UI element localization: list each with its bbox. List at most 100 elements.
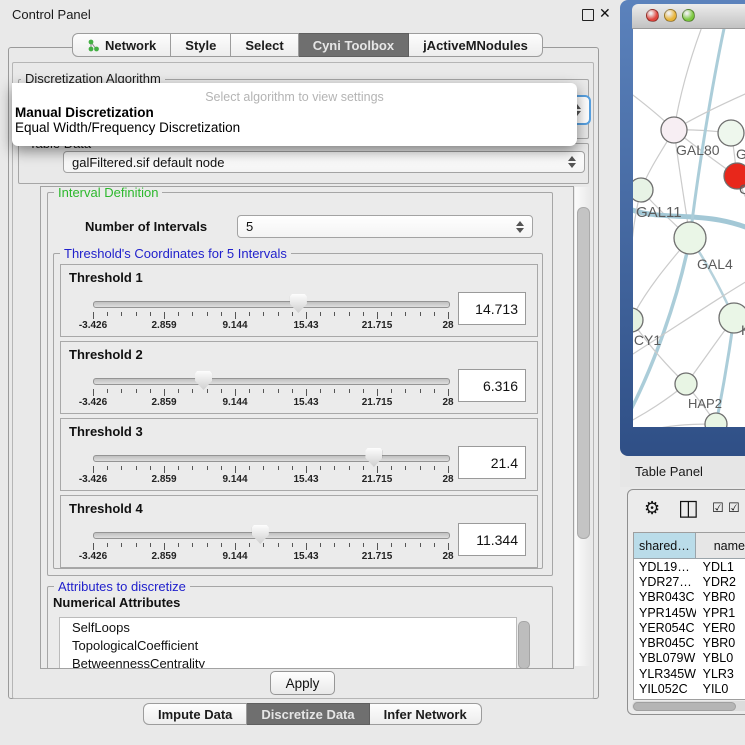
network-node[interactable]	[675, 373, 697, 395]
slider-tick	[178, 389, 179, 393]
slider-tick	[420, 466, 421, 470]
table-data-combobox[interactable]: galFiltered.sif default node	[63, 151, 585, 173]
threshold-value-field[interactable]: 21.4	[458, 446, 526, 479]
slider-tick	[235, 543, 236, 550]
apply-button[interactable]: Apply	[270, 671, 335, 695]
zoom-traffic-light-icon[interactable]	[682, 9, 695, 22]
network-node[interactable]	[633, 308, 643, 332]
numerical-attributes-list[interactable]: SelfLoopsTopologicalCoefficientBetweenne…	[59, 617, 517, 669]
slider-tick	[207, 466, 208, 470]
network-node[interactable]	[718, 120, 744, 146]
network-edge[interactable]	[633, 424, 716, 427]
slider-tick	[207, 543, 208, 547]
slider-tick	[107, 543, 108, 547]
table-data-value: galFiltered.sif default node	[72, 155, 224, 170]
network-edge[interactable]	[633, 320, 686, 384]
gear-icon[interactable]: ⚙	[644, 498, 660, 519]
control-panel: Control Panel ✕ NetworkStyleSelectCyni T…	[0, 0, 620, 745]
slider-scale-label: 9.144	[205, 397, 265, 408]
tab-infer-network[interactable]: Infer Network	[370, 703, 482, 725]
column-header-shared-name[interactable]: shared…	[634, 533, 696, 558]
table-row[interactable]: YER054CYER0	[634, 620, 745, 635]
column-header-name[interactable]: name	[696, 533, 745, 558]
scrollbar-thumb[interactable]	[633, 702, 736, 711]
float-window-icon[interactable]	[582, 9, 594, 21]
slider-tick	[292, 543, 293, 547]
close-traffic-light-icon[interactable]	[646, 9, 659, 22]
table-row[interactable]: YDL19…YDL1	[634, 559, 745, 574]
slider-tick	[192, 389, 193, 393]
slider-track[interactable]	[93, 455, 450, 462]
network-node[interactable]	[633, 178, 653, 202]
dropdown-option-manual-discretization[interactable]: Manual Discretization	[15, 105, 154, 120]
tab-style[interactable]: Style	[171, 33, 231, 57]
settings-vertical-scrollbar[interactable]	[575, 187, 591, 666]
threshold-value-field[interactable]: 6.316	[458, 369, 526, 402]
network-node-label: GAL4	[697, 256, 733, 272]
slider-tick	[434, 389, 435, 393]
slider-thumb[interactable]	[290, 294, 307, 313]
slider-tick	[263, 466, 264, 470]
close-icon[interactable]: ✕	[599, 5, 611, 22]
tab-select[interactable]: Select	[231, 33, 298, 57]
slider-track[interactable]	[93, 532, 450, 539]
threshold-value-field[interactable]: 14.713	[458, 292, 526, 325]
attribute-item[interactable]: TopologicalCoefficient	[60, 636, 516, 654]
slider-tick	[334, 312, 335, 316]
combo-stepper-icon[interactable]	[516, 221, 525, 233]
checkbox-icon[interactable]: ☑	[712, 500, 724, 516]
table-row[interactable]: YBR043CYBR0	[634, 590, 745, 605]
slider-tick	[235, 466, 236, 473]
network-node[interactable]	[705, 413, 727, 427]
slider-tick	[420, 312, 421, 316]
table-row[interactable]: YBR045CYBR0	[634, 635, 745, 650]
scrollbar-thumb[interactable]	[577, 207, 590, 539]
network-window[interactable]: GAL80GAGAL11CGAL4GCY1HAHAP2	[620, 0, 745, 456]
tab-network[interactable]: Network	[72, 33, 171, 57]
network-icon	[87, 39, 100, 52]
attribute-item[interactable]: SelfLoops	[60, 618, 516, 636]
tab-impute-data[interactable]: Impute Data	[143, 703, 247, 725]
tab-cyni-toolbox[interactable]: Cyni Toolbox	[299, 33, 409, 57]
slider-tick	[107, 312, 108, 316]
combo-stepper-icon[interactable]	[568, 156, 577, 168]
table-row[interactable]: YBL079WYBL0	[634, 651, 745, 666]
slider-tick	[306, 466, 307, 473]
slider-thumb[interactable]	[195, 371, 212, 390]
split-column-icon[interactable]: ◫	[678, 495, 699, 521]
slider-tick	[221, 466, 222, 470]
network-node[interactable]	[661, 117, 687, 143]
minimize-traffic-light-icon[interactable]	[664, 9, 677, 22]
numerical-attributes-heading: Numerical Attributes	[53, 595, 180, 610]
table-row[interactable]: YLR345WYLR3	[634, 666, 745, 681]
slider-tick	[391, 466, 392, 470]
network-window-titlebar[interactable]	[632, 4, 745, 29]
slider-tick	[249, 543, 250, 547]
table-horizontal-scrollbar[interactable]	[632, 701, 745, 711]
slider-scale-label: 9.144	[205, 474, 265, 485]
dropdown-option-equal-width-frequency[interactable]: Equal Width/Frequency Discretization	[15, 120, 240, 135]
slider-thumb[interactable]	[365, 448, 382, 467]
table-cell: YER0	[696, 621, 745, 635]
slider-track[interactable]	[93, 378, 450, 385]
network-edge[interactable]	[674, 29, 703, 130]
slider-track[interactable]	[93, 301, 450, 308]
threshold-value-field[interactable]: 11.344	[458, 523, 526, 556]
slider-tick	[93, 543, 94, 550]
tab-jactivemnodules[interactable]: jActiveMNodules	[409, 33, 543, 57]
network-node[interactable]	[674, 222, 706, 254]
slider-thumb[interactable]	[252, 525, 269, 544]
checkbox-icon[interactable]: ☑	[728, 500, 740, 516]
slider-tick	[448, 389, 449, 396]
slider-tick	[292, 312, 293, 316]
table-row[interactable]: YPR145WYPR1	[634, 605, 745, 620]
table-row[interactable]: YIL052CYIL0	[634, 681, 745, 696]
slider-tick	[207, 389, 208, 393]
tab-discretize-data[interactable]: Discretize Data	[247, 703, 369, 725]
attribute-item[interactable]: BetweennessCentrality	[60, 654, 516, 669]
table-row[interactable]: YDR27…YDR2	[634, 574, 745, 589]
network-canvas[interactable]: GAL80GAGAL11CGAL4GCY1HAHAP2	[633, 29, 745, 427]
node-table[interactable]: shared… name YDL19…YDL1YDR27…YDR2YBR043C…	[633, 532, 745, 700]
attributes-list-scrollbar[interactable]	[518, 621, 530, 669]
number-of-intervals-combobox[interactable]: 5	[237, 215, 533, 238]
